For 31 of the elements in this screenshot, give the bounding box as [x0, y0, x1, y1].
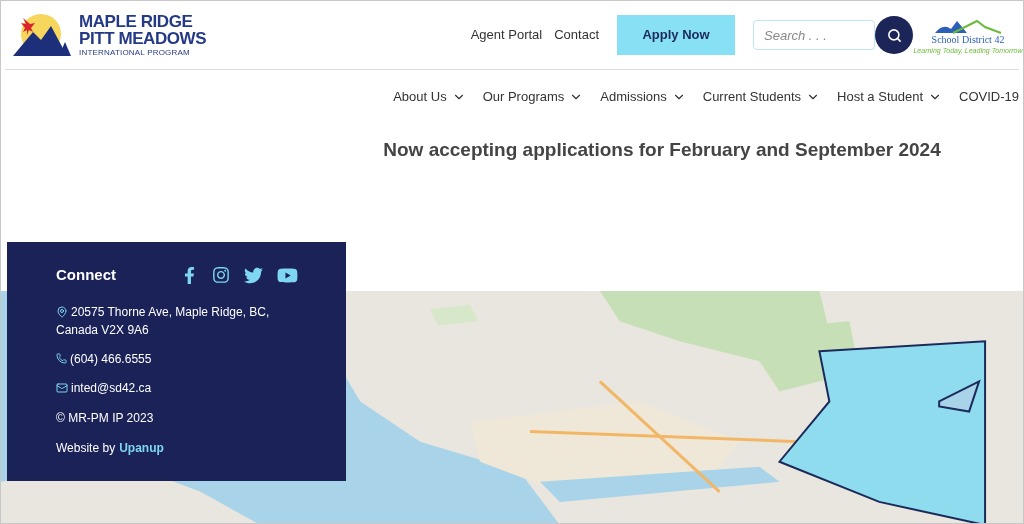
nav-item[interactable]: Host a Student — [837, 87, 943, 107]
location-icon — [56, 305, 68, 318]
logo-title: MAPLE RIDGE — [79, 13, 194, 30]
footer-title: Connect — [56, 265, 116, 285]
headline: Now accepting applications for February and September 2024 — [383, 138, 941, 162]
nav-item[interactable]: Current Students — [702, 87, 821, 107]
credit-text: Website by — [56, 439, 116, 457]
copyright-text: © MR-PM IP 2023 — [56, 410, 154, 425]
logo-subtitle: INTERNATIONAL PROGRAM — [79, 49, 191, 57]
credit-link[interactable]: Upanup — [119, 438, 164, 457]
mail-icon — [56, 381, 68, 394]
search-icon — [886, 27, 902, 43]
header-link[interactable]: Agent Portal — [470, 25, 543, 45]
address-line: Canada V2X 9A6 — [56, 321, 150, 339]
district-name: School District 42 — [931, 34, 1005, 45]
mountain-logo-icon — [11, 12, 73, 58]
search-button[interactable] — [875, 16, 913, 54]
nav-item[interactable]: Admissions — [600, 87, 686, 107]
phone-icon — [56, 353, 67, 364]
nav-item[interactable]: COVID-19 — [959, 87, 1019, 107]
phone-number: (604) 466.6555 — [70, 350, 152, 368]
email-link[interactable]: inted@sd42.ca — [71, 378, 152, 397]
header-link[interactable]: Contact — [554, 25, 599, 45]
logo-title: PITT MEADOWS — [79, 30, 207, 47]
twitter-icon[interactable] — [244, 265, 263, 285]
nav-item[interactable]: Our Programs — [482, 87, 584, 107]
search-field[interactable]: Search . . . — [753, 20, 875, 50]
address-line: 20575 Thorne Ave, Maple Ridge, BC, — [71, 303, 270, 321]
instagram-icon[interactable] — [212, 266, 230, 285]
apply-button[interactable]: Apply Now — [617, 15, 735, 55]
nav-item[interactable]: About Us — [393, 87, 466, 107]
